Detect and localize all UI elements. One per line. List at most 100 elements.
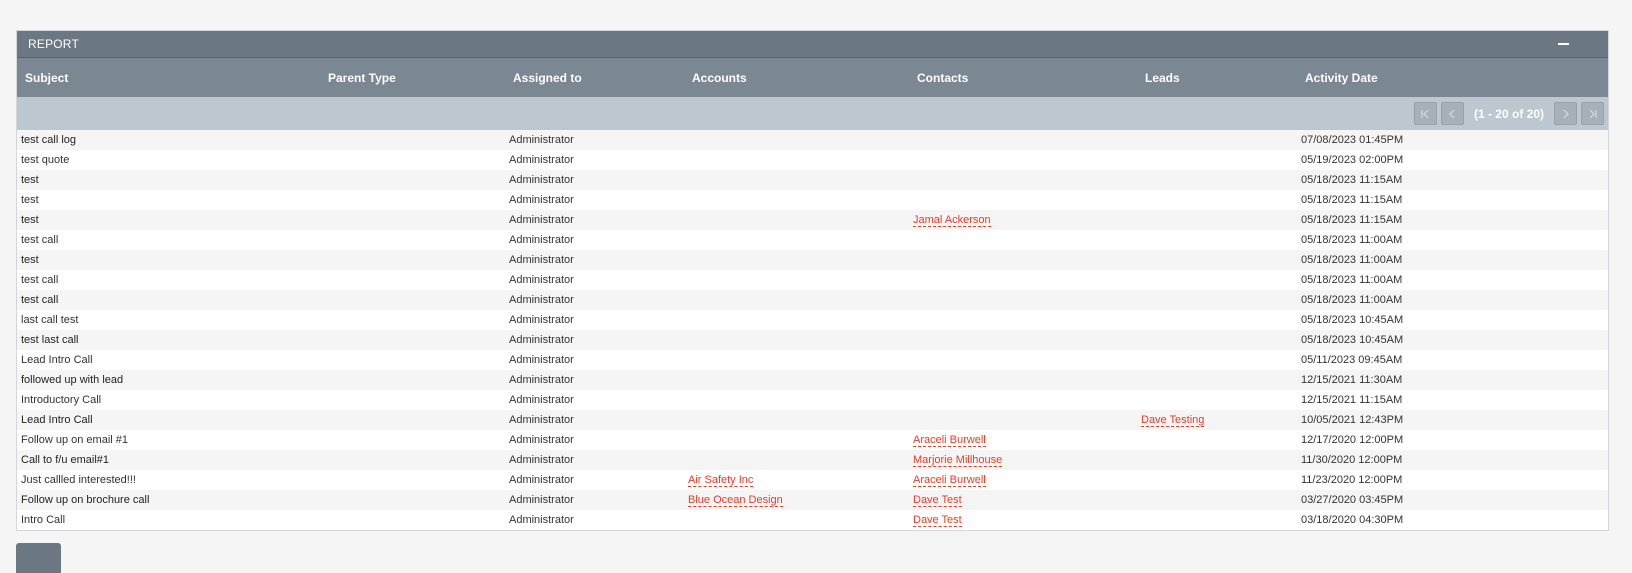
contact-link[interactable]: Marjorie Millhouse — [913, 454, 1003, 467]
bottom-action-button[interactable] — [16, 543, 61, 573]
cell-contact: Dave Test — [909, 490, 1137, 510]
account-link[interactable]: Blue Ocean Design — [688, 494, 783, 507]
column-header-parent-type[interactable]: Parent Type — [320, 58, 505, 97]
cell-account — [684, 370, 909, 390]
table-row[interactable]: Follow up on email #1 Administrator Aracel… — [17, 430, 1608, 450]
cell-activity-date: 12/15/2021 11:15AM — [1297, 390, 1608, 410]
cell-subject: test call — [17, 270, 320, 290]
cell-subject: Follow up on brochure call — [17, 490, 320, 510]
first-page-button[interactable] — [1413, 102, 1437, 125]
report-panel: REPORT Subject Parent Type Assigned to A… — [16, 30, 1609, 531]
next-page-button[interactable] — [1554, 102, 1577, 125]
table-row[interactable]: Just callled interested!!! Administrator A… — [17, 470, 1608, 490]
cell-account — [684, 410, 909, 430]
last-page-button[interactable] — [1581, 102, 1604, 125]
lead-link[interactable]: Dave Testing — [1141, 414, 1205, 427]
cell-contact — [909, 310, 1137, 330]
contact-link[interactable]: Araceli Burwell — [913, 434, 986, 447]
cell-contact — [909, 410, 1137, 430]
cell-account — [684, 290, 909, 310]
table-row[interactable]: test Administrator 05/18/2023 11:15AM — [17, 190, 1608, 210]
cell-parent-type — [320, 230, 505, 250]
table-row[interactable]: Intro Call Administrator Dave Test 03/18/20… — [17, 510, 1608, 530]
cell-account — [684, 310, 909, 330]
cell-assigned-to: Administrator — [505, 290, 684, 310]
contact-link[interactable]: Dave Test — [913, 494, 962, 507]
table-row[interactable]: Introductory Call Administrator 12/15/2021… — [17, 390, 1608, 410]
table-row[interactable]: test call Administrator 05/18/2023 11:00AM — [17, 270, 1608, 290]
cell-assigned-to: Administrator — [505, 130, 684, 150]
cell-lead — [1137, 130, 1297, 150]
column-header-contacts[interactable]: Contacts — [909, 58, 1137, 97]
column-header-subject[interactable]: Subject — [17, 58, 320, 97]
account-link[interactable]: Air Safety Inc — [688, 474, 754, 487]
column-header-accounts[interactable]: Accounts — [684, 58, 909, 97]
table-row[interactable]: test Administrator 05/18/2023 11:00AM — [17, 250, 1608, 270]
cell-parent-type — [320, 390, 505, 410]
cell-assigned-to: Administrator — [505, 430, 684, 450]
cell-parent-type — [320, 290, 505, 310]
cell-lead — [1137, 230, 1297, 250]
cell-lead — [1137, 390, 1297, 410]
cell-activity-date: 11/30/2020 12:00PM — [1297, 450, 1608, 470]
column-header-assigned-to[interactable]: Assigned to — [505, 58, 684, 97]
table-row[interactable]: test last call Administrator 05/18/2023 10… — [17, 330, 1608, 350]
table-row[interactable]: Follow up on brochure call Administrator B… — [17, 490, 1608, 510]
cell-parent-type — [320, 330, 505, 350]
column-header-row: Subject Parent Type Assigned to Accounts… — [17, 58, 1608, 97]
cell-assigned-to: Administrator — [505, 150, 684, 170]
cell-account — [684, 330, 909, 350]
cell-activity-date: 05/18/2023 10:45AM — [1297, 310, 1608, 330]
cell-assigned-to: Administrator — [505, 510, 684, 530]
cell-subject: Lead Intro Call — [17, 350, 320, 370]
contact-link[interactable]: Jamal Ackerson — [913, 214, 991, 227]
cell-subject: Just callled interested!!! — [17, 470, 320, 490]
cell-contact — [909, 150, 1137, 170]
table-row[interactable]: test call Administrator 05/18/2023 11:00AM — [17, 230, 1608, 250]
cell-contact: Araceli Burwell — [909, 470, 1137, 490]
cell-assigned-to: Administrator — [505, 470, 684, 490]
cell-activity-date: 05/18/2023 11:00AM — [1297, 250, 1608, 270]
table-row[interactable]: Lead Intro Call Administrator 05/11/2023 0… — [17, 350, 1608, 370]
contact-link[interactable]: Araceli Burwell — [913, 474, 986, 487]
collapse-button[interactable] — [1549, 34, 1577, 54]
cell-parent-type — [320, 130, 505, 150]
cell-subject: test — [17, 210, 320, 230]
table-row[interactable]: test call log Administrator 07/08/2023 01:… — [17, 130, 1608, 150]
cell-account — [684, 170, 909, 190]
cell-lead: Dave Testing — [1137, 410, 1297, 430]
cell-activity-date: 05/18/2023 11:00AM — [1297, 230, 1608, 250]
cell-lead — [1137, 510, 1297, 530]
column-header-leads[interactable]: Leads — [1137, 58, 1297, 97]
contact-link[interactable]: Dave Test — [913, 514, 962, 527]
cell-contact — [909, 370, 1137, 390]
table-row[interactable]: last call test Administrator 05/18/2023 10… — [17, 310, 1608, 330]
cell-activity-date: 03/18/2020 04:30PM — [1297, 510, 1608, 530]
prev-page-icon — [1449, 109, 1455, 118]
table-row[interactable]: followed up with lead Administrator 12/15/… — [17, 370, 1608, 390]
cell-account: Blue Ocean Design — [684, 490, 909, 510]
cell-lead — [1137, 210, 1297, 230]
cell-contact — [909, 230, 1137, 250]
cell-parent-type — [320, 270, 505, 290]
cell-subject: test call — [17, 290, 320, 310]
cell-account — [684, 510, 909, 530]
cell-parent-type — [320, 470, 505, 490]
prev-page-button[interactable] — [1440, 102, 1464, 125]
cell-parent-type — [320, 310, 505, 330]
cell-parent-type — [320, 490, 505, 510]
table-row[interactable]: test Administrator 05/18/2023 11:15AM — [17, 170, 1608, 190]
cell-account — [684, 150, 909, 170]
table-row[interactable]: Lead Intro Call Administrator Dave Testing… — [17, 410, 1608, 430]
table-row[interactable]: test Administrator Jamal Ackerson 05/18/202… — [17, 210, 1608, 230]
column-header-activity-date[interactable]: Activity Date — [1297, 58, 1608, 97]
cell-activity-date: 12/17/2020 12:00PM — [1297, 430, 1608, 450]
cell-contact: Dave Test — [909, 510, 1137, 530]
cell-assigned-to: Administrator — [505, 490, 684, 510]
table-row[interactable]: Call to f/u email#1 Administrator Marjorie… — [17, 450, 1608, 470]
last-page-icon — [1589, 109, 1597, 118]
cell-assigned-to: Administrator — [505, 230, 684, 250]
table-row[interactable]: test call Administrator 05/18/2023 11:00AM — [17, 290, 1608, 310]
cell-subject: Lead Intro Call — [17, 410, 320, 430]
table-row[interactable]: test quote Administrator 05/19/2023 02:00P… — [17, 150, 1608, 170]
